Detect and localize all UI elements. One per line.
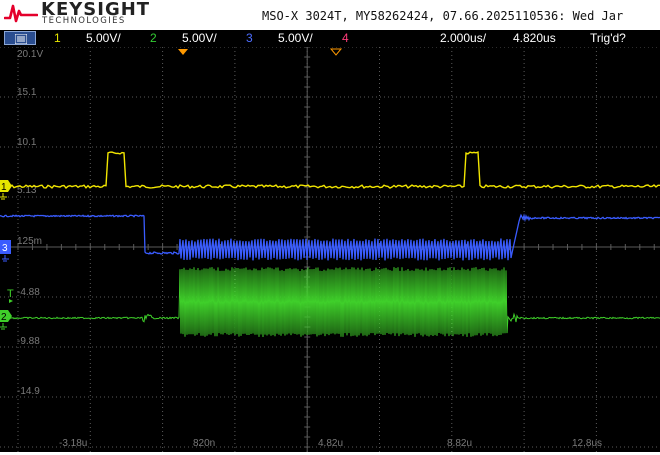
waveform-traces — [0, 151, 660, 338]
timebase-scale[interactable]: 2.000us/ — [440, 30, 486, 47]
keysight-logo-icon — [4, 4, 38, 23]
time-label: 820n — [193, 438, 215, 449]
voltage-label: 125m — [17, 236, 42, 247]
voltage-axis-labels: 20.1V15.110.15.13125m-4.88-9.88-14.9 — [17, 49, 43, 397]
trigger-level-label: T — [7, 288, 14, 300]
ch1-marker-label: 1 — [1, 182, 7, 193]
menu-icon — [15, 34, 27, 44]
ch2-scale[interactable]: 5.00V/ — [182, 30, 217, 47]
ch2-marker-label: 2 — [1, 312, 7, 323]
channel-3-trace — [0, 213, 660, 261]
ch3-scale[interactable]: 5.00V/ — [278, 30, 313, 47]
time-label: 4.82u — [318, 438, 343, 449]
voltage-label: -14.9 — [17, 386, 40, 397]
voltage-label: -4.88 — [17, 287, 40, 298]
trigger-level-marker[interactable]: T — [7, 288, 14, 303]
voltage-label: -9.88 — [17, 336, 40, 347]
trigger-status[interactable]: Trig'd? — [590, 30, 626, 47]
status-bar: 1 5.00V/ 2 5.00V/ 3 5.00V/ 4 2.000us/ 4.… — [0, 30, 660, 47]
menu-button[interactable] — [4, 31, 36, 45]
header-bar: KEYSIGHT TECHNOLOGIES MSO-X 3024T, MY582… — [0, 0, 660, 30]
ch1-ground-marker[interactable]: 1 — [0, 180, 12, 200]
ch1-number[interactable]: 1 — [54, 30, 61, 47]
ch2-number[interactable]: 2 — [150, 30, 157, 47]
ch3-number[interactable]: 3 — [246, 30, 253, 47]
voltage-label: 20.1V — [17, 49, 43, 60]
channel-markers: 1 3 T 2 — [0, 180, 14, 330]
voltage-label: 15.1 — [17, 87, 37, 98]
time-delay[interactable]: 4.820us — [513, 30, 556, 47]
ch2-ground-marker[interactable]: 2 — [0, 310, 12, 330]
top-markers — [178, 48, 343, 56]
brand-subtitle: TECHNOLOGIES — [42, 16, 126, 26]
trigger-time-marker-icon[interactable] — [178, 49, 188, 55]
channel-2-trace — [0, 267, 660, 338]
time-label: 8.82u — [447, 438, 472, 449]
waveform-display[interactable]: 20.1V 15.1 10.1 5.13 125m -4.88 -9.88 -14.9 -3.… — [0, 47, 660, 452]
waveform-canvas[interactable]: 20.1V15.110.15.13125m-4.88-9.88-14.9 -3.… — [0, 47, 660, 452]
time-label: 12.8us — [572, 438, 602, 449]
ch1-scale[interactable]: 5.00V/ — [86, 30, 121, 47]
voltage-label: 10.1 — [17, 137, 37, 148]
ch3-marker-label: 3 — [2, 243, 8, 254]
ch3-ground-marker[interactable]: 3 — [0, 240, 11, 262]
ch4-number[interactable]: 4 — [342, 30, 349, 47]
channel-1-trace — [0, 151, 660, 190]
instrument-info: MSO-X 3024T, MY58262424, 07.66.202511053… — [262, 9, 624, 23]
delay-reference-marker-icon[interactable] — [329, 48, 343, 56]
time-label: -3.18u — [59, 438, 87, 449]
